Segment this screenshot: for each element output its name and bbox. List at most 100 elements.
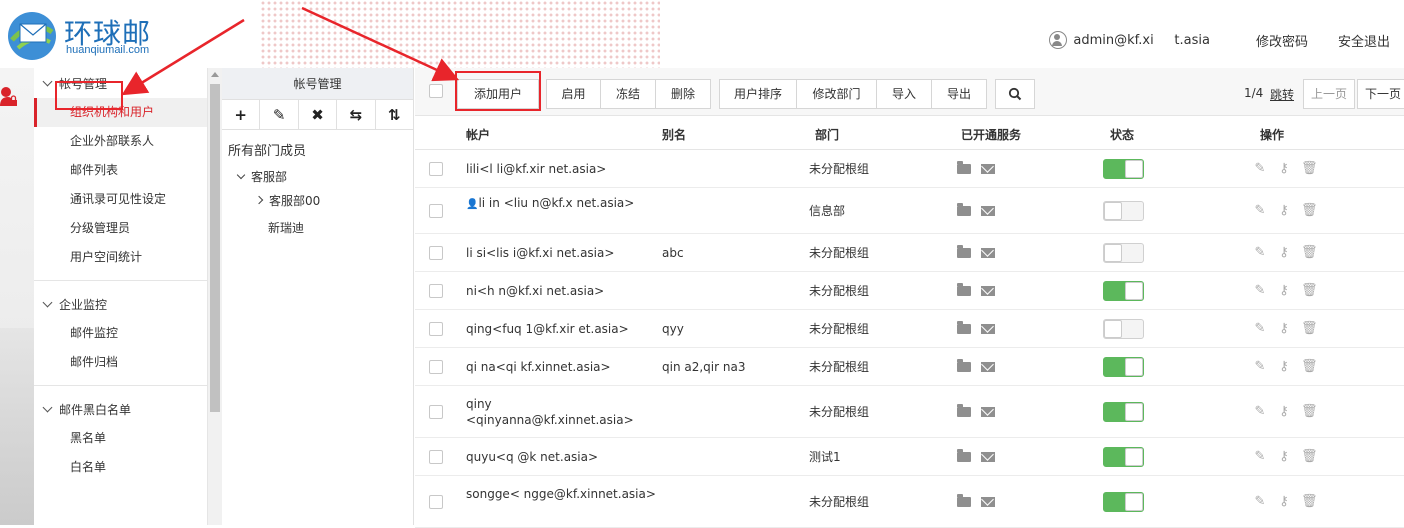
menu-item-space-stats[interactable]: 用户空间统计 xyxy=(34,243,207,272)
account-cell[interactable]: ni<h n@kf.xi net.asia> xyxy=(466,283,656,299)
pencil-icon[interactable]: ✎ xyxy=(1253,283,1267,298)
move-department-icon[interactable]: ⇆ xyxy=(337,100,376,129)
mail-icon[interactable] xyxy=(981,497,995,507)
row-checkbox[interactable] xyxy=(429,284,443,298)
table-row[interactable]: lili<l li@kf.xir net.asia> 未分配根组 ✎ ⚷ 🗑 xyxy=(415,150,1404,188)
key-icon[interactable]: ⚷ xyxy=(1277,359,1291,374)
trash-icon[interactable]: 🗑 xyxy=(1301,245,1318,260)
delete-department-icon[interactable]: ✖ xyxy=(299,100,338,129)
status-toggle[interactable] xyxy=(1103,319,1144,339)
pencil-icon[interactable]: ✎ xyxy=(1253,494,1267,509)
table-row[interactable]: songge< ngge@kf.xinnet.asia> 未分配根组 ✎ ⚷ 🗑 xyxy=(415,476,1404,528)
account-cell[interactable]: qiny <qinyanna@kf.xinnet.asia> xyxy=(466,396,656,428)
import-button[interactable]: 导入 xyxy=(876,79,932,109)
menu-item-blacklist[interactable]: 黑名单 xyxy=(34,424,207,453)
row-checkbox[interactable] xyxy=(429,360,443,374)
menu-item-sub-admins[interactable]: 分级管理员 xyxy=(34,214,207,243)
trash-icon[interactable]: 🗑 xyxy=(1301,161,1318,176)
row-checkbox[interactable] xyxy=(429,246,443,260)
trash-icon[interactable]: 🗑 xyxy=(1301,283,1318,298)
mail-icon[interactable] xyxy=(981,286,995,296)
mail-icon[interactable] xyxy=(981,248,995,258)
pencil-icon[interactable]: ✎ xyxy=(1253,203,1267,218)
table-row[interactable]: ni<h n@kf.xi net.asia> 未分配根组 ✎ ⚷ 🗑 xyxy=(415,272,1404,310)
status-toggle[interactable] xyxy=(1103,243,1144,263)
mail-icon[interactable] xyxy=(981,324,995,334)
status-toggle[interactable] xyxy=(1103,201,1144,221)
pencil-icon[interactable]: ✎ xyxy=(1253,161,1267,176)
pencil-icon[interactable]: ✎ xyxy=(1253,359,1267,374)
account-cell[interactable]: songge< ngge@kf.xinnet.asia> xyxy=(466,486,656,502)
table-row[interactable]: quyu<q @k net.asia> 测试1 ✎ ⚷ 🗑 xyxy=(415,438,1404,476)
page-jump-link[interactable]: 跳转 xyxy=(1270,86,1294,103)
row-checkbox[interactable] xyxy=(429,495,443,509)
row-checkbox[interactable] xyxy=(429,162,443,176)
status-toggle[interactable] xyxy=(1103,159,1144,179)
tree-node-sibling[interactable]: 新瑞迪 xyxy=(222,215,413,239)
delete-button[interactable]: 删除 xyxy=(655,79,711,109)
table-row[interactable]: qi na<qi kf.xinnet.asia> qin a2,qir na3 未分… xyxy=(415,348,1404,386)
key-icon[interactable]: ⚷ xyxy=(1277,449,1291,464)
trash-icon[interactable]: 🗑 xyxy=(1301,404,1318,419)
change-department-button[interactable]: 修改部门 xyxy=(796,79,877,109)
chevron-down-icon[interactable] xyxy=(236,170,246,179)
key-icon[interactable]: ⚷ xyxy=(1277,283,1291,298)
status-toggle[interactable] xyxy=(1103,357,1144,377)
account-cell[interactable]: qing<fuq 1@kf.xir et.asia> xyxy=(466,321,656,337)
all-department-members[interactable]: 所有部门成员 xyxy=(222,130,413,164)
row-checkbox[interactable] xyxy=(429,204,443,218)
menu-item-mail-archive[interactable]: 邮件归档 xyxy=(34,348,207,377)
user-sort-button[interactable]: 用户排序 xyxy=(719,79,797,109)
key-icon[interactable]: ⚷ xyxy=(1277,203,1291,218)
menu-group-title-blackwhite[interactable]: 邮件黑白名单 xyxy=(34,394,207,424)
key-icon[interactable]: ⚷ xyxy=(1277,161,1291,176)
table-row[interactable]: qiny <qinyanna@kf.xinnet.asia> 未分配根组 ✎ ⚷ 🗑 xyxy=(415,386,1404,438)
mail-icon[interactable] xyxy=(981,407,995,417)
folder-icon[interactable] xyxy=(957,161,971,174)
trash-icon[interactable]: 🗑 xyxy=(1301,321,1318,336)
folder-icon[interactable] xyxy=(957,283,971,296)
folder-icon[interactable] xyxy=(957,404,971,417)
pencil-icon[interactable]: ✎ xyxy=(1253,404,1267,419)
next-page-button[interactable]: 下一页 xyxy=(1357,79,1404,109)
select-all-checkbox[interactable] xyxy=(429,84,443,98)
trash-icon[interactable]: 🗑 xyxy=(1301,203,1318,218)
status-toggle[interactable] xyxy=(1103,402,1144,422)
prev-page-button[interactable]: 上一页 xyxy=(1303,79,1355,109)
table-row[interactable]: li si<lis i@kf.xi net.asia> abc 未分配根组 ✎ ⚷ 🗑 xyxy=(415,234,1404,272)
logout-link[interactable]: 安全退出 xyxy=(1338,31,1390,50)
key-icon[interactable]: ⚷ xyxy=(1277,321,1291,336)
folder-icon[interactable] xyxy=(957,449,971,462)
logo[interactable]: 环球邮 huanqiumail.com xyxy=(6,8,166,64)
folder-icon[interactable] xyxy=(957,494,971,507)
status-toggle[interactable] xyxy=(1103,492,1144,512)
folder-icon[interactable] xyxy=(957,359,971,372)
menu-item-mail-list[interactable]: 邮件列表 xyxy=(34,156,207,185)
admin-lock-icon[interactable] xyxy=(0,86,18,108)
key-icon[interactable]: ⚷ xyxy=(1277,494,1291,509)
pencil-icon[interactable]: ✎ xyxy=(1253,449,1267,464)
account-cell[interactable]: 👤li in <liu n@kf.x net.asia> xyxy=(466,195,656,213)
trash-icon[interactable]: 🗑 xyxy=(1301,359,1318,374)
table-row[interactable]: 👤li in <liu n@kf.x net.asia> 信息部 ✎ ⚷ 🗑 xyxy=(415,188,1404,234)
menu-item-mail-monitor[interactable]: 邮件监控 xyxy=(34,319,207,348)
menu-item-external-contacts[interactable]: 企业外部联系人 xyxy=(34,127,207,156)
account-cell[interactable]: quyu<q @k net.asia> xyxy=(466,449,656,465)
mail-icon[interactable] xyxy=(981,206,995,216)
status-toggle[interactable] xyxy=(1103,447,1144,467)
chevron-right-icon[interactable] xyxy=(254,195,264,205)
menu-group-title-monitor[interactable]: 企业监控 xyxy=(34,289,207,319)
search-button[interactable] xyxy=(995,79,1035,109)
folder-icon[interactable] xyxy=(957,245,971,258)
scrollbar-thumb[interactable] xyxy=(210,84,220,412)
add-department-icon[interactable]: + xyxy=(222,100,261,129)
mail-icon[interactable] xyxy=(981,362,995,372)
row-checkbox[interactable] xyxy=(429,405,443,419)
export-button[interactable]: 导出 xyxy=(931,79,987,109)
change-password-link[interactable]: 修改密码 xyxy=(1256,31,1308,50)
tree-node-child[interactable]: 客服部00 xyxy=(222,188,413,212)
menu-scrollbar[interactable] xyxy=(208,68,222,525)
sort-department-icon[interactable]: ⇅ xyxy=(376,100,413,129)
enable-button[interactable]: 启用 xyxy=(546,79,601,109)
account-cell[interactable]: li si<lis i@kf.xi net.asia> xyxy=(466,245,656,261)
